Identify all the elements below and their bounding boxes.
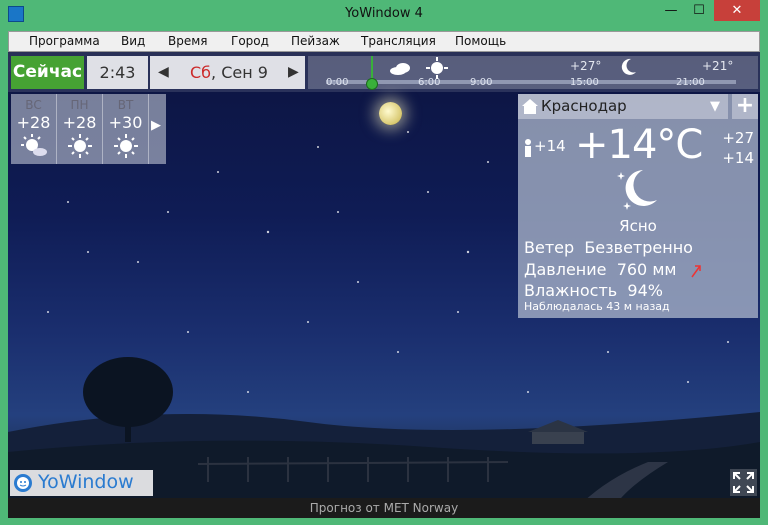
observed-time: Наблюдалась 43 м назад <box>524 300 670 313</box>
menu-time[interactable]: Время <box>168 34 208 48</box>
timeline-handle[interactable] <box>366 78 378 90</box>
add-city-button[interactable]: + <box>732 94 758 119</box>
day-timeline[interactable]: 0:00 6:00 9:00 15:00 21:00 +27° +21° <box>308 56 758 90</box>
forecast-panel: ВС +28 ПН +28 ВТ +30 ▶ <box>11 94 166 164</box>
minimize-button[interactable]: — <box>658 0 684 21</box>
home-icon <box>522 99 538 114</box>
feels-like-temp: +14 <box>534 137 566 155</box>
logo-text: YoWindow <box>38 471 134 493</box>
timeline-temp: +27° <box>570 59 602 73</box>
humidity-row: Влажность 94% <box>524 281 663 300</box>
forecast-day[interactable]: ВС +28 <box>11 94 57 164</box>
pressure-rising-icon <box>690 264 701 277</box>
pressure-value: 760 мм <box>616 260 677 279</box>
next-day-icon[interactable]: ▶ <box>288 56 299 89</box>
person-icon <box>525 139 531 157</box>
city-selector[interactable]: Краснодар ▼ <box>518 94 728 119</box>
cloud-icon <box>390 63 410 75</box>
maximize-button[interactable]: ☐ <box>686 0 712 21</box>
window-title: YoWindow 4 <box>345 6 423 21</box>
high-low: +27 +14 <box>722 128 754 168</box>
sun-icon <box>113 134 138 158</box>
forecast-day-temp: +30 <box>108 113 143 132</box>
wind-label: Ветер <box>524 238 575 257</box>
moon-image <box>379 102 402 125</box>
forecast-day-temp: +28 <box>62 113 97 132</box>
timeline-label: 0:00 <box>326 77 349 88</box>
forecast-day-temp: +28 <box>16 113 51 132</box>
forecast-day-name: ПН <box>70 98 89 112</box>
title-bar: YoWindow 4 — ☐ ✕ <box>0 0 768 30</box>
timeline-stem <box>371 56 373 80</box>
weather-condition: Ясно <box>619 217 657 235</box>
forecast-day[interactable]: ПН +28 <box>57 94 103 164</box>
forecast-day[interactable]: ВТ +30 <box>103 94 149 164</box>
menu-broadcast[interactable]: Трансляция <box>361 34 436 48</box>
moon-icon <box>621 58 636 75</box>
current-temperature: +14°C <box>575 122 703 168</box>
humidity-label: Влажность <box>524 281 618 300</box>
weekday-label: Сб <box>190 63 212 82</box>
chevron-down-icon[interactable]: ▼ <box>710 99 720 114</box>
wind-value: Безветренно <box>584 238 693 257</box>
timeline-temp: +21° <box>702 59 734 73</box>
date-label: , Сен 9 <box>211 63 268 82</box>
forecast-day-name: ВС <box>25 98 42 112</box>
pressure-label: Давление <box>524 260 607 279</box>
clear-night-icon <box>617 170 657 210</box>
expand-icon <box>733 472 754 493</box>
current-weather-panel: Краснодар ▼ + +14 +14°C +27 +14 Ясно Вет… <box>518 94 758 318</box>
timeline-label: 21:00 <box>676 77 705 88</box>
app-window: YoWindow 4 — ☐ ✕ Программа Вид Время Гор… <box>0 0 768 525</box>
sun-cloud-icon <box>20 134 47 156</box>
close-button[interactable]: ✕ <box>714 0 760 21</box>
menu-city[interactable]: Город <box>231 34 269 48</box>
humidity-value: 94% <box>627 281 663 300</box>
smiley-sun-icon <box>14 474 32 492</box>
prev-day-icon[interactable]: ◀ <box>158 56 169 89</box>
fullscreen-button[interactable] <box>730 469 757 496</box>
forecast-source[interactable]: Прогноз от MET Norway <box>8 498 760 518</box>
toolbar: Сейчас 2:43 ◀ Сб, Сен 9 ▶ 0:00 6:00 9:00… <box>8 52 760 92</box>
menu-program[interactable]: Программа <box>29 34 100 48</box>
date-selector[interactable]: ◀ Сб, Сен 9 ▶ <box>150 56 305 89</box>
timeline-track[interactable] <box>326 80 736 84</box>
pressure-row: Давление 760 мм <box>524 260 702 279</box>
date-text: Сб, Сен 9 <box>190 56 268 89</box>
timeline-label: 9:00 <box>470 77 493 88</box>
menu-help[interactable]: Помощь <box>455 34 506 48</box>
sun-icon <box>67 134 92 158</box>
now-button[interactable]: Сейчас <box>11 56 84 89</box>
time-display[interactable]: 2:43 <box>87 56 148 89</box>
menu-bar: Программа Вид Время Город Пейзаж Трансля… <box>8 31 760 52</box>
high-temp: +27 <box>722 129 754 147</box>
forecast-more-icon[interactable]: ▶ <box>151 118 161 133</box>
yowindow-logo[interactable]: YoWindow <box>10 470 153 496</box>
city-name: Краснодар <box>541 97 627 115</box>
forecast-day-name: ВТ <box>117 98 134 112</box>
menu-landscape[interactable]: Пейзаж <box>291 34 340 48</box>
low-temp: +14 <box>722 149 754 167</box>
wind-row: Ветер Безветренно <box>524 238 693 257</box>
menu-view[interactable]: Вид <box>121 34 145 48</box>
sun-icon <box>426 57 448 79</box>
timeline-label: 15:00 <box>570 77 599 88</box>
weather-stage: Сейчас 2:43 ◀ Сб, Сен 9 ▶ 0:00 6:00 9:00… <box>8 52 760 518</box>
